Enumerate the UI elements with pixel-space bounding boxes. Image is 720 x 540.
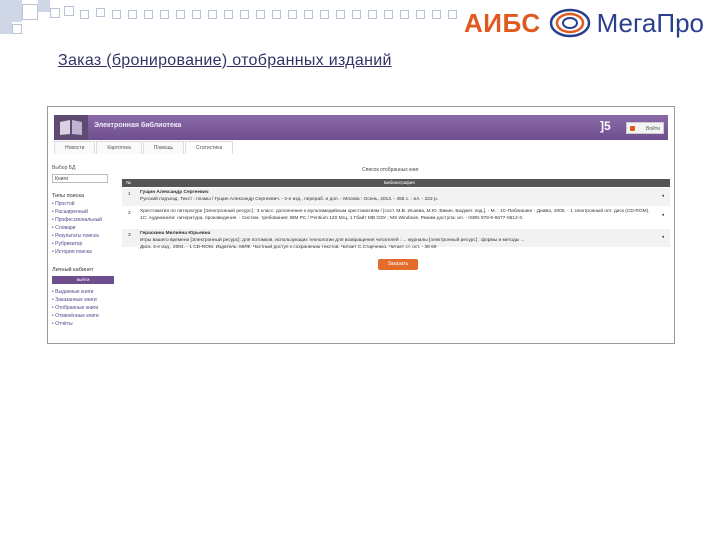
login-button[interactable]: Войти [626,122,664,134]
logout-button[interactable]: выйти [52,276,114,284]
brand-megapro-text: МегаПро [596,7,704,38]
brand-swirl-icon [549,8,590,38]
db-select-label: Выбор БД [52,165,76,171]
library-title: Электронная библиотека [94,122,182,129]
decorative-squares [0,0,470,40]
sidebar-item-rubricator[interactable]: • Рубрикатор [52,241,82,247]
table-row[interactable]: 2 Хрестоматия по литературе [Электронный… [122,207,670,228]
sidebar-item-cancelled[interactable]: • Отменённые книги [52,313,99,319]
library-logo [54,115,88,140]
sidebar-item-history[interactable]: • История поиска [52,249,92,255]
sidebar-item-dictionaries[interactable]: • Словари [52,225,75,231]
sidebar-item-ordered[interactable]: • Заказанные книги [52,297,97,303]
tab-statistics[interactable]: Статистика [185,141,234,154]
sidebar-item-simple[interactable]: • Простой [52,201,75,207]
column-number: № [126,180,131,185]
table-row[interactable]: 1 Гущин Александр Сергеевич Русский подъ… [122,188,670,206]
header-corner-mark: ]5 [600,119,611,133]
embedded-screenshot: Электронная библиотека ]5 Войти Новости … [47,106,675,344]
sidebar-item-extended[interactable]: • Расширенный [52,209,88,215]
db-select[interactable]: Книги [52,174,108,183]
row-bibliography: Гераскина Милияна Юрьевна Игры вашего вр… [140,231,525,250]
column-bibliography: Библиография [384,180,415,185]
page-title: Заказ (бронирование) отобранных изданий [58,52,392,69]
row-number: 2 [128,211,131,216]
sidebar-item-issued[interactable]: • Выданные книги [52,289,93,295]
selected-list-title: Список отобранных книг [362,167,419,173]
row-bibliography: Гущин Александр Сергеевич Русский подъез… [140,190,438,202]
row-number: 3 [128,233,131,238]
row-arrow-icon[interactable]: ◂ [661,234,664,241]
row-number: 1 [128,192,131,197]
tab-news[interactable]: Новости [54,141,96,154]
login-label: Войти [646,126,660,132]
sidebar-item-professional[interactable]: • Профессиональный [52,217,102,223]
book-icon [60,120,82,135]
table-header: № Библиография [122,179,670,187]
top-tabs: Новости Картотека Помощь Статистика [54,141,234,154]
row-bibliography: Хрестоматия по литературе [Электронный р… [140,209,650,221]
sidebar-item-reports[interactable]: • Отчёты [52,321,73,327]
sidebar: Выбор БД Книги Типы поиска • Простой • Р… [52,165,114,340]
tab-help[interactable]: Помощь [142,141,185,154]
login-icon [630,126,635,131]
sidebar-item-results[interactable]: • Результаты поиска [52,233,99,239]
row-arrow-icon[interactable]: ◂ [661,193,664,200]
row-arrow-icon[interactable]: ◂ [661,212,664,219]
sidebar-item-selected[interactable]: • Отобранные книги [52,305,98,311]
cabinet-heading: Личный кабинет [52,267,94,273]
table-row[interactable]: 3 Гераскина Милияна Юрьевна Игры вашего … [122,229,670,250]
brand-aibs-text: АИБС [464,7,541,38]
tab-catalog[interactable]: Картотека [96,141,142,154]
library-header: Электронная библиотека ]5 Войти [54,115,668,140]
order-button[interactable]: Заказать [378,259,418,270]
brand-logo: АИБС МегаПро [464,6,704,40]
search-types-heading: Типы поиска [52,193,85,199]
